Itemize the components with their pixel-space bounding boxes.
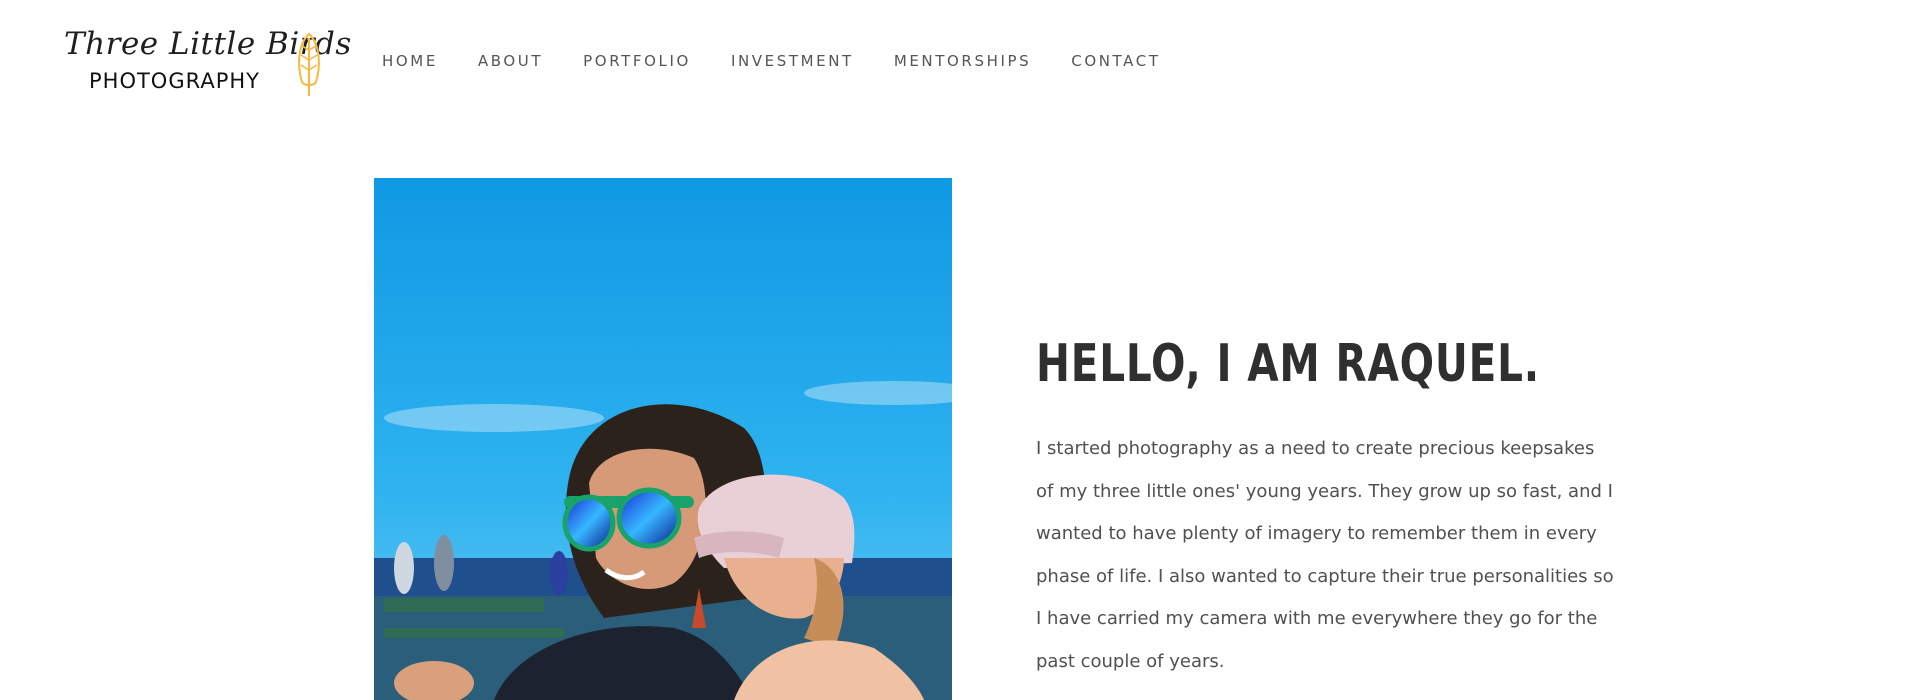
- nav-item-about[interactable]: ABOUT: [478, 52, 543, 70]
- intro-body: I started photography as a need to creat…: [1036, 438, 1614, 672]
- nav-item-home[interactable]: HOME: [382, 52, 438, 70]
- main-nav: HOME ABOUT PORTFOLIO INVESTMENT MENTORSH…: [382, 52, 1201, 70]
- nav-item-investment[interactable]: INVESTMENT: [731, 52, 854, 70]
- site-logo[interactable]: Three Little Birds PHOTOGRAPHY: [64, 26, 351, 102]
- hero-photo: [374, 178, 952, 700]
- logo-subtitle: PHOTOGRAPHY: [89, 69, 261, 93]
- intro-section: HELLO, I AM RAQUEL. I started photograph…: [1036, 332, 1636, 683]
- intro-title: HELLO, I AM RAQUEL.: [1036, 334, 1540, 394]
- nav-item-contact[interactable]: CONTACT: [1071, 52, 1160, 70]
- site-header: Three Little Birds PHOTOGRAPHY HOME ABOU…: [0, 0, 1920, 128]
- hero-photo-illustration: [374, 178, 952, 700]
- nav-item-portfolio[interactable]: PORTFOLIO: [583, 52, 691, 70]
- feather-icon: [298, 32, 320, 96]
- nav-item-mentorships[interactable]: MENTORSHIPS: [894, 52, 1031, 70]
